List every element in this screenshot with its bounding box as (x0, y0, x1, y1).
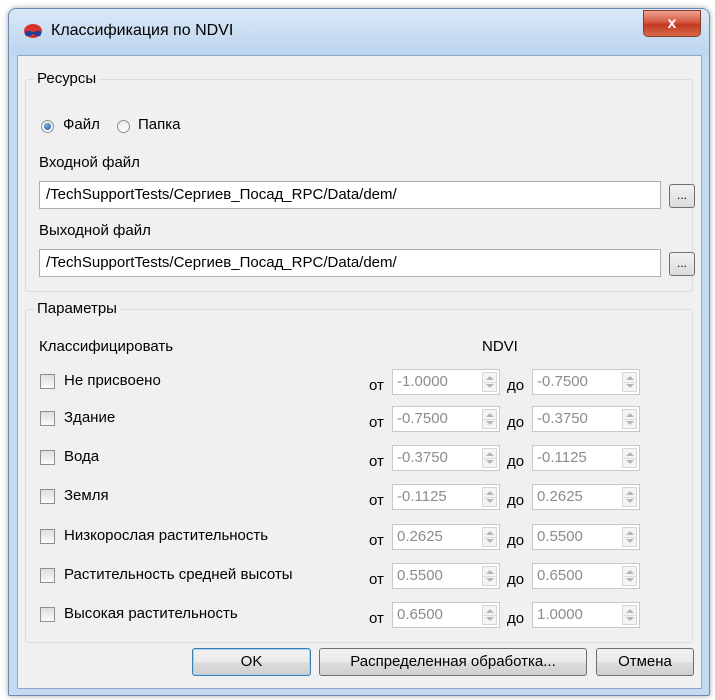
spin-arrows-icon[interactable] (622, 605, 637, 625)
spin-arrows-icon[interactable] (482, 487, 497, 507)
class-label[interactable]: Земля (64, 487, 109, 504)
from-label: от (369, 492, 384, 509)
from-label: от (369, 414, 384, 431)
distributed-processing-button[interactable]: Распределенная обработка... (319, 648, 587, 676)
close-button[interactable]: x (643, 10, 701, 37)
to-value: -0.3750 (537, 410, 588, 427)
class-label[interactable]: Вода (64, 448, 99, 465)
dialog-window: Классификация по NDVI x Ресурсы Файл Пап… (8, 8, 710, 696)
app-glasses-icon (24, 24, 42, 38)
to-label: до (507, 532, 525, 549)
from-value: -1.0000 (397, 373, 448, 390)
from-spinbox[interactable]: 0.6500 (392, 602, 500, 628)
dialog-body: Ресурсы Файл Папка Входной файл /TechSup… (17, 55, 702, 689)
to-value: 0.2625 (537, 488, 583, 505)
browse-output-button[interactable]: ... (669, 252, 695, 276)
class-label[interactable]: Не присвоено (64, 372, 161, 389)
ok-button[interactable]: OK (192, 648, 311, 676)
to-label: до (507, 377, 525, 394)
to-value: 1.0000 (537, 606, 583, 623)
from-value: -0.3750 (397, 449, 448, 466)
to-value: 0.6500 (537, 567, 583, 584)
parameters-group: Параметры (25, 300, 693, 643)
spin-arrows-icon[interactable] (482, 566, 497, 586)
to-label: до (507, 610, 525, 627)
window-title: Классификация по NDVI (51, 22, 234, 39)
spin-arrows-icon[interactable] (622, 527, 637, 547)
class-checkbox[interactable] (40, 450, 55, 465)
class-checkbox[interactable] (40, 568, 55, 583)
class-checkbox[interactable] (40, 607, 55, 622)
class-label[interactable]: Низкорослая растительность (64, 527, 268, 544)
input-file-label: Входной файл (39, 154, 140, 171)
to-value: 0.5500 (537, 528, 583, 545)
class-label[interactable]: Растительность средней высоты (64, 566, 293, 583)
to-label: до (507, 492, 525, 509)
spin-arrows-icon[interactable] (622, 409, 637, 429)
browse-input-button[interactable]: ... (669, 184, 695, 208)
from-value: 0.5500 (397, 567, 443, 584)
to-spinbox[interactable]: -0.3750 (532, 406, 640, 432)
to-value: -0.1125 (537, 449, 587, 466)
to-label: до (507, 571, 525, 588)
spin-arrows-icon[interactable] (622, 372, 637, 392)
from-value: -0.1125 (397, 488, 447, 505)
spin-arrows-icon[interactable] (482, 372, 497, 392)
class-checkbox[interactable] (40, 411, 55, 426)
to-label: до (507, 414, 525, 431)
from-spinbox[interactable]: 0.2625 (392, 524, 500, 550)
spin-arrows-icon[interactable] (622, 448, 637, 468)
from-spinbox[interactable]: 0.5500 (392, 563, 500, 589)
class-checkbox[interactable] (40, 374, 55, 389)
parameters-legend: Параметры (34, 300, 120, 317)
from-label: от (369, 532, 384, 549)
to-spinbox[interactable]: 0.2625 (532, 484, 640, 510)
class-label[interactable]: Здание (64, 409, 115, 426)
spin-arrows-icon[interactable] (622, 487, 637, 507)
to-spinbox[interactable]: 0.6500 (532, 563, 640, 589)
spin-arrows-icon[interactable] (482, 448, 497, 468)
class-label[interactable]: Высокая растительность (64, 605, 238, 622)
from-spinbox[interactable]: -1.0000 (392, 369, 500, 395)
input-file-field[interactable]: /TechSupportTests/Сергиев_Посад_RPC/Data… (39, 181, 661, 209)
to-spinbox[interactable]: 1.0000 (532, 602, 640, 628)
from-spinbox[interactable]: -0.3750 (392, 445, 500, 471)
spin-arrows-icon[interactable] (482, 527, 497, 547)
resources-legend: Ресурсы (34, 70, 100, 87)
from-spinbox[interactable]: -0.1125 (392, 484, 500, 510)
from-spinbox[interactable]: -0.7500 (392, 406, 500, 432)
from-value: 0.2625 (397, 528, 443, 545)
spin-arrows-icon[interactable] (482, 409, 497, 429)
radio-folder[interactable] (117, 120, 130, 133)
to-label: до (507, 453, 525, 470)
output-file-label: Выходной файл (39, 222, 151, 239)
close-icon: x (667, 15, 677, 32)
to-value: -0.7500 (537, 373, 588, 390)
class-checkbox[interactable] (40, 529, 55, 544)
from-value: 0.6500 (397, 606, 443, 623)
ndvi-header: NDVI (482, 338, 518, 355)
class-checkbox[interactable] (40, 489, 55, 504)
radio-folder-label[interactable]: Папка (138, 116, 180, 133)
spin-arrows-icon[interactable] (482, 605, 497, 625)
title-bar[interactable]: Классификация по NDVI x (9, 9, 709, 55)
from-label: от (369, 377, 384, 394)
to-spinbox[interactable]: 0.5500 (532, 524, 640, 550)
from-label: от (369, 571, 384, 588)
classify-header: Классифицировать (39, 338, 174, 355)
from-label: от (369, 453, 384, 470)
output-file-field[interactable]: /TechSupportTests/Сергиев_Посад_RPC/Data… (39, 249, 661, 277)
to-spinbox[interactable]: -0.1125 (532, 445, 640, 471)
cancel-button[interactable]: Отмена (596, 648, 694, 676)
radio-file-label[interactable]: Файл (63, 116, 100, 133)
to-spinbox[interactable]: -0.7500 (532, 369, 640, 395)
spin-arrows-icon[interactable] (622, 566, 637, 586)
from-label: от (369, 610, 384, 627)
from-value: -0.7500 (397, 410, 448, 427)
radio-file[interactable] (41, 120, 54, 133)
